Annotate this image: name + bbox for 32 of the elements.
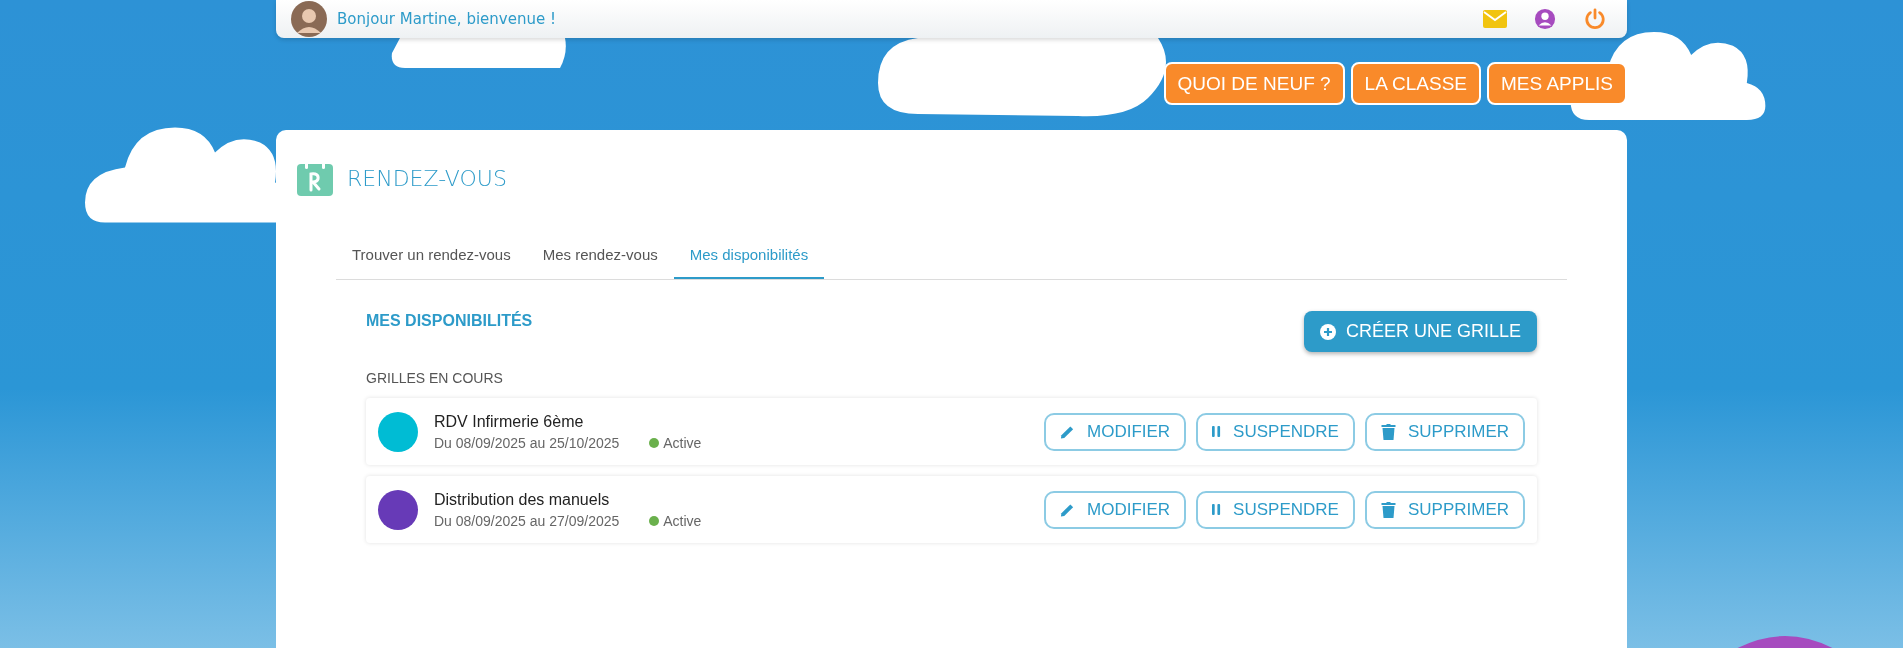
edit-button[interactable]: MODIFIER [1044, 490, 1187, 529]
date-range: Du 08/09/2025 au 25/10/2025 [434, 434, 620, 451]
delete-button[interactable]: SUPPRIMER [1364, 412, 1525, 451]
date-range: Du 08/09/2025 au 27/09/2025 [434, 512, 620, 529]
grid-name: RDV Infirmerie 6ème [434, 412, 585, 431]
section-title: MES DISPONIBILITÉS [366, 312, 533, 330]
status-label: Active [663, 512, 702, 529]
pause-icon [1212, 426, 1222, 437]
avatar [291, 1, 327, 37]
greeting: Bonjour Martine, bienvenue ! [337, 10, 556, 28]
mail-icon[interactable] [1483, 8, 1507, 30]
user-icon[interactable] [1533, 8, 1557, 30]
nav-button[interactable]: QUOI DE NEUF ? [1163, 62, 1345, 105]
power-icon[interactable] [1583, 8, 1607, 30]
tab[interactable]: Trouver un rendez-vous [336, 234, 527, 279]
subsection-title: GRILLES EN COURS [366, 370, 504, 386]
delete-button[interactable]: SUPPRIMER [1364, 490, 1525, 529]
tab[interactable]: Mes rendez-vous [526, 234, 674, 279]
pause-icon [1212, 504, 1222, 515]
pause-button[interactable]: SUSPENDRE [1196, 412, 1355, 451]
status-label: Active [663, 434, 702, 451]
page-title: RENDEZ-VOUS [347, 165, 507, 191]
grid-name: Distribution des manuels [434, 490, 611, 509]
nav-button[interactable]: LA CLASSE [1350, 62, 1482, 105]
trash-icon [1380, 423, 1396, 440]
create-grid-button[interactable]: CRÉER UNE GRILLE [1303, 311, 1537, 352]
tab[interactable]: Mes disponibilités [673, 234, 825, 279]
trash-icon [1380, 501, 1396, 518]
nav-button[interactable]: MES APPLIS [1487, 62, 1627, 105]
plus-icon [1319, 323, 1336, 340]
pause-button[interactable]: SUSPENDRE [1196, 490, 1355, 529]
edit-button[interactable]: MODIFIER [1044, 412, 1187, 451]
